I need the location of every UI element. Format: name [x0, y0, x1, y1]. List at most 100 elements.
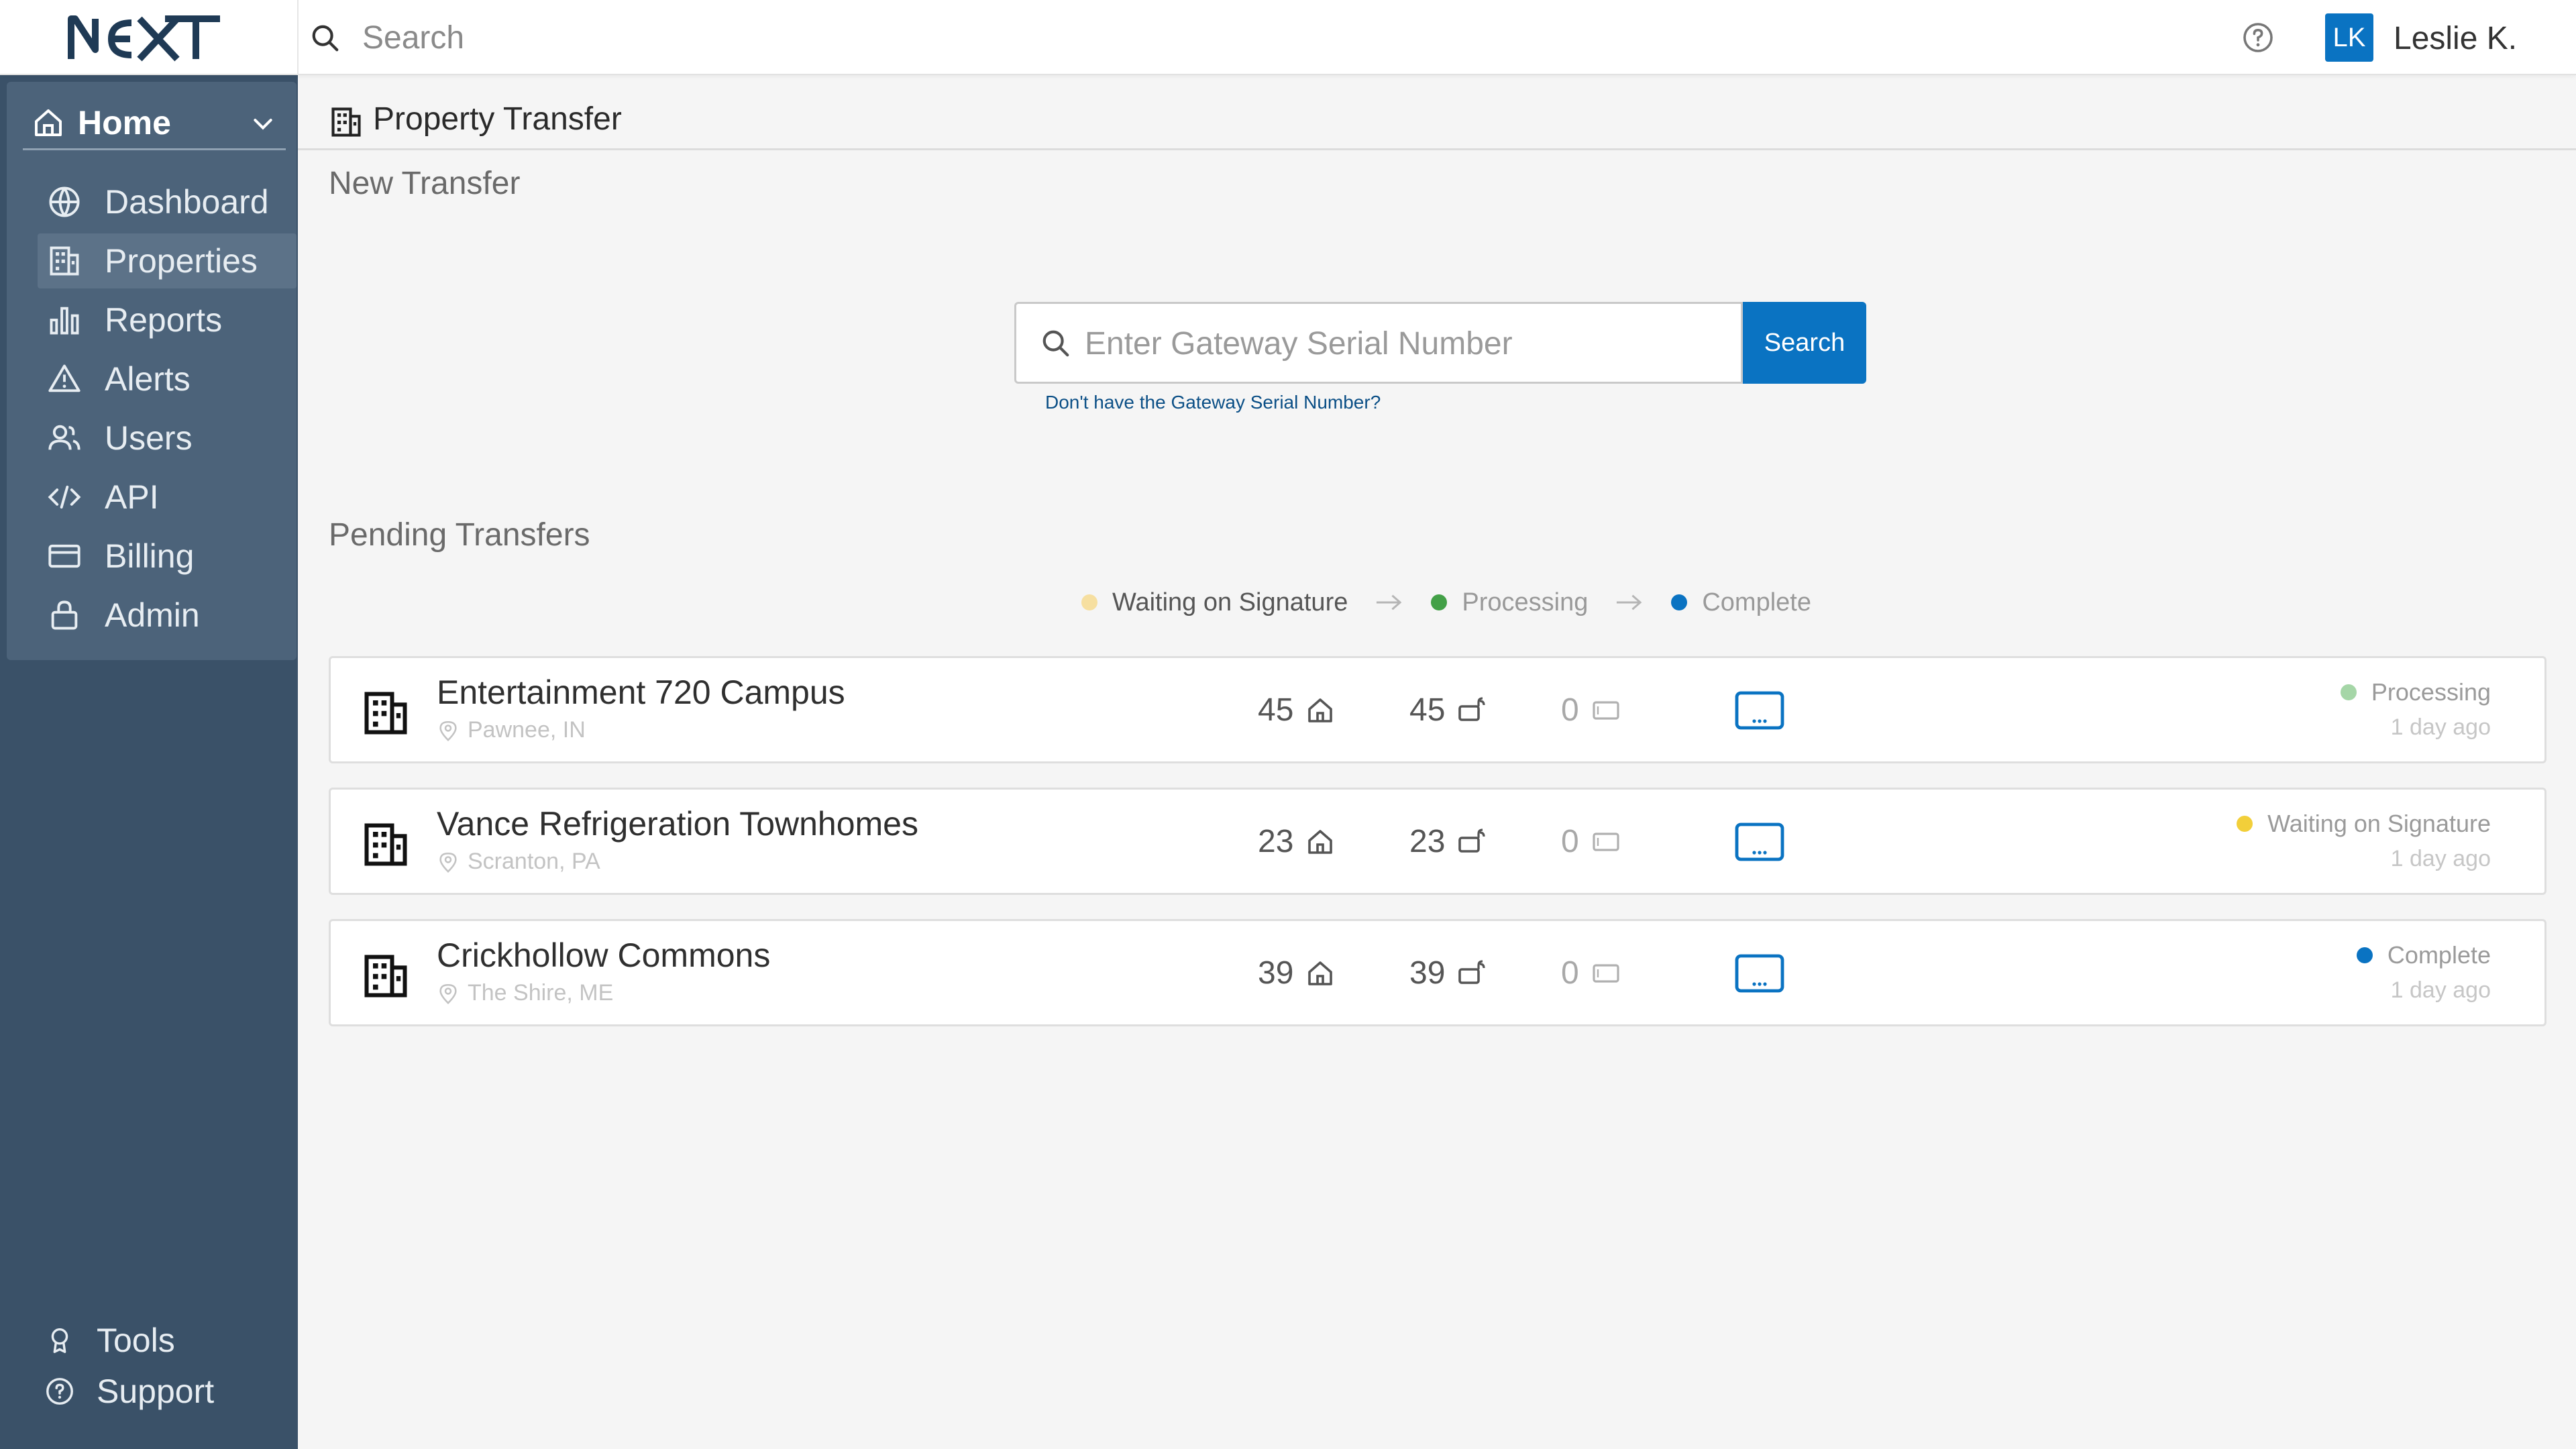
status-label: Processing — [2371, 678, 2491, 706]
sidebar-item-api[interactable]: API — [31, 470, 297, 525]
question-circle-icon[interactable] — [2242, 21, 2274, 54]
sidebar-item-dashboard[interactable]: Dashboard — [31, 174, 297, 229]
help-icon — [46, 1378, 73, 1405]
page-title: Property Transfer — [373, 101, 622, 137]
property-location: Scranton, PA — [437, 849, 600, 875]
globe-icon — [49, 186, 80, 217]
other-count: 0 — [1561, 823, 1622, 860]
other-count: 0 — [1561, 955, 1622, 991]
sidebar-item-label: Admin — [105, 596, 200, 634]
location-text: Pawnee, IN — [468, 717, 586, 743]
legend-dot-complete — [1671, 594, 1688, 610]
message-icon[interactable] — [1734, 822, 1785, 862]
sidebar-nav-panel: Home Dashboard Properties Reports Alerts… — [7, 82, 297, 660]
devices-value: 23 — [1409, 824, 1446, 859]
global-search-input[interactable] — [362, 16, 1368, 59]
units-value: 39 — [1258, 955, 1294, 991]
legend-dot-processing — [1431, 594, 1448, 610]
status-badge: Waiting on Signature — [2237, 810, 2491, 838]
sidebar-item-tools[interactable]: Tools — [44, 1317, 175, 1364]
status-time: 1 day ago — [2390, 977, 2491, 1003]
gateway-serial-input[interactable] — [1085, 320, 1729, 367]
other-count: 0 — [1561, 692, 1622, 729]
next-logo[interactable] — [64, 9, 225, 66]
home-icon — [1308, 829, 1333, 854]
transfer-card[interactable]: Crickhollow Commons The Shire, ME 39 39 … — [329, 919, 2546, 1026]
map-pin-icon — [439, 983, 457, 1004]
home-icon — [1308, 961, 1333, 985]
new-transfer-heading: New Transfer — [329, 166, 521, 201]
lock-icon — [51, 600, 78, 630]
sidebar-item-billing[interactable]: Billing — [31, 529, 297, 584]
property-location: Pawnee, IN — [437, 717, 586, 743]
warning-triangle-icon — [48, 364, 80, 392]
sidebar-item-alerts[interactable]: Alerts — [31, 352, 297, 407]
status-time: 1 day ago — [2390, 846, 2491, 871]
map-pin-icon — [439, 852, 457, 873]
legend-dot-waiting — [1081, 594, 1097, 610]
status-badge: Complete — [2356, 941, 2491, 969]
units-value: 23 — [1258, 824, 1294, 859]
home-icon — [35, 109, 62, 136]
hub-icon — [1593, 963, 1619, 983]
property-name: Entertainment 720 Campus — [437, 674, 845, 711]
units-count: 45 — [1258, 692, 1336, 729]
sidebar-item-label: Reports — [105, 301, 223, 339]
home-icon — [1308, 698, 1333, 722]
building-icon — [364, 823, 407, 866]
arrow-right-icon — [1377, 594, 1402, 610]
other-value: 0 — [1561, 824, 1579, 859]
lock-device-icon — [1458, 959, 1485, 984]
avatar[interactable]: LK — [2325, 13, 2373, 62]
devices-count: 23 — [1409, 823, 1488, 860]
status-label: Complete — [2387, 941, 2491, 969]
lock-device-icon — [1458, 828, 1485, 853]
sidebar-item-label: Dashboard — [105, 183, 269, 221]
page-header: Property Transfer — [298, 75, 2576, 150]
building-icon — [364, 692, 407, 735]
sidebar-item-label: Properties — [105, 242, 258, 280]
units-value: 45 — [1258, 692, 1294, 728]
devices-count: 45 — [1409, 692, 1488, 729]
search-button[interactable]: Search — [1743, 302, 1866, 384]
other-value: 0 — [1561, 955, 1579, 991]
sidebar-item-label: Tools — [97, 1322, 175, 1359]
status-label: Waiting on Signature — [2267, 810, 2491, 837]
status-dot — [2356, 947, 2373, 963]
devices-count: 39 — [1409, 955, 1488, 991]
legend-label-waiting: Waiting on Signature — [1112, 588, 1348, 616]
hub-icon — [1593, 832, 1619, 851]
legend-label-processing: Processing — [1462, 588, 1589, 616]
building-icon — [50, 246, 79, 276]
building-icon — [331, 107, 361, 137]
user-name[interactable]: Leslie K. — [2394, 20, 2517, 57]
search-icon — [312, 25, 339, 52]
location-text: Scranton, PA — [468, 849, 600, 874]
credit-card-icon — [48, 544, 80, 568]
top-bar: LK Leslie K. — [0, 0, 2576, 75]
sidebar-item-support[interactable]: Support — [44, 1368, 214, 1415]
serial-help-link[interactable]: Don't have the Gateway Serial Number? — [1045, 392, 1381, 413]
message-icon[interactable] — [1734, 690, 1785, 731]
other-value: 0 — [1561, 692, 1579, 728]
logo-mark — [68, 15, 220, 62]
sidebar-item-properties[interactable]: Properties — [38, 233, 297, 288]
sidebar-home-label: Home — [78, 103, 171, 142]
legend-label-complete: Complete — [1702, 588, 1811, 616]
sidebar-home-dropdown[interactable]: Home — [23, 97, 286, 150]
message-icon[interactable] — [1734, 953, 1785, 994]
badge-icon — [51, 1328, 68, 1353]
users-icon — [48, 425, 80, 450]
sidebar-item-label: Alerts — [105, 360, 191, 398]
sidebar-item-label: Support — [97, 1373, 215, 1410]
sidebar-item-admin[interactable]: Admin — [31, 588, 297, 643]
status-dot — [2340, 684, 2357, 700]
sidebar-item-reports[interactable]: Reports — [31, 292, 297, 347]
location-text: The Shire, ME — [468, 980, 614, 1006]
sidebar-item-label: API — [105, 478, 159, 516]
sidebar-item-label: Users — [105, 419, 193, 457]
serial-search-box — [1014, 302, 1743, 384]
transfer-card[interactable]: Vance Refrigeration Townhomes Scranton, … — [329, 788, 2546, 895]
sidebar-item-users[interactable]: Users — [31, 411, 297, 466]
transfer-card[interactable]: Entertainment 720 Campus Pawnee, IN 45 4… — [329, 656, 2546, 763]
